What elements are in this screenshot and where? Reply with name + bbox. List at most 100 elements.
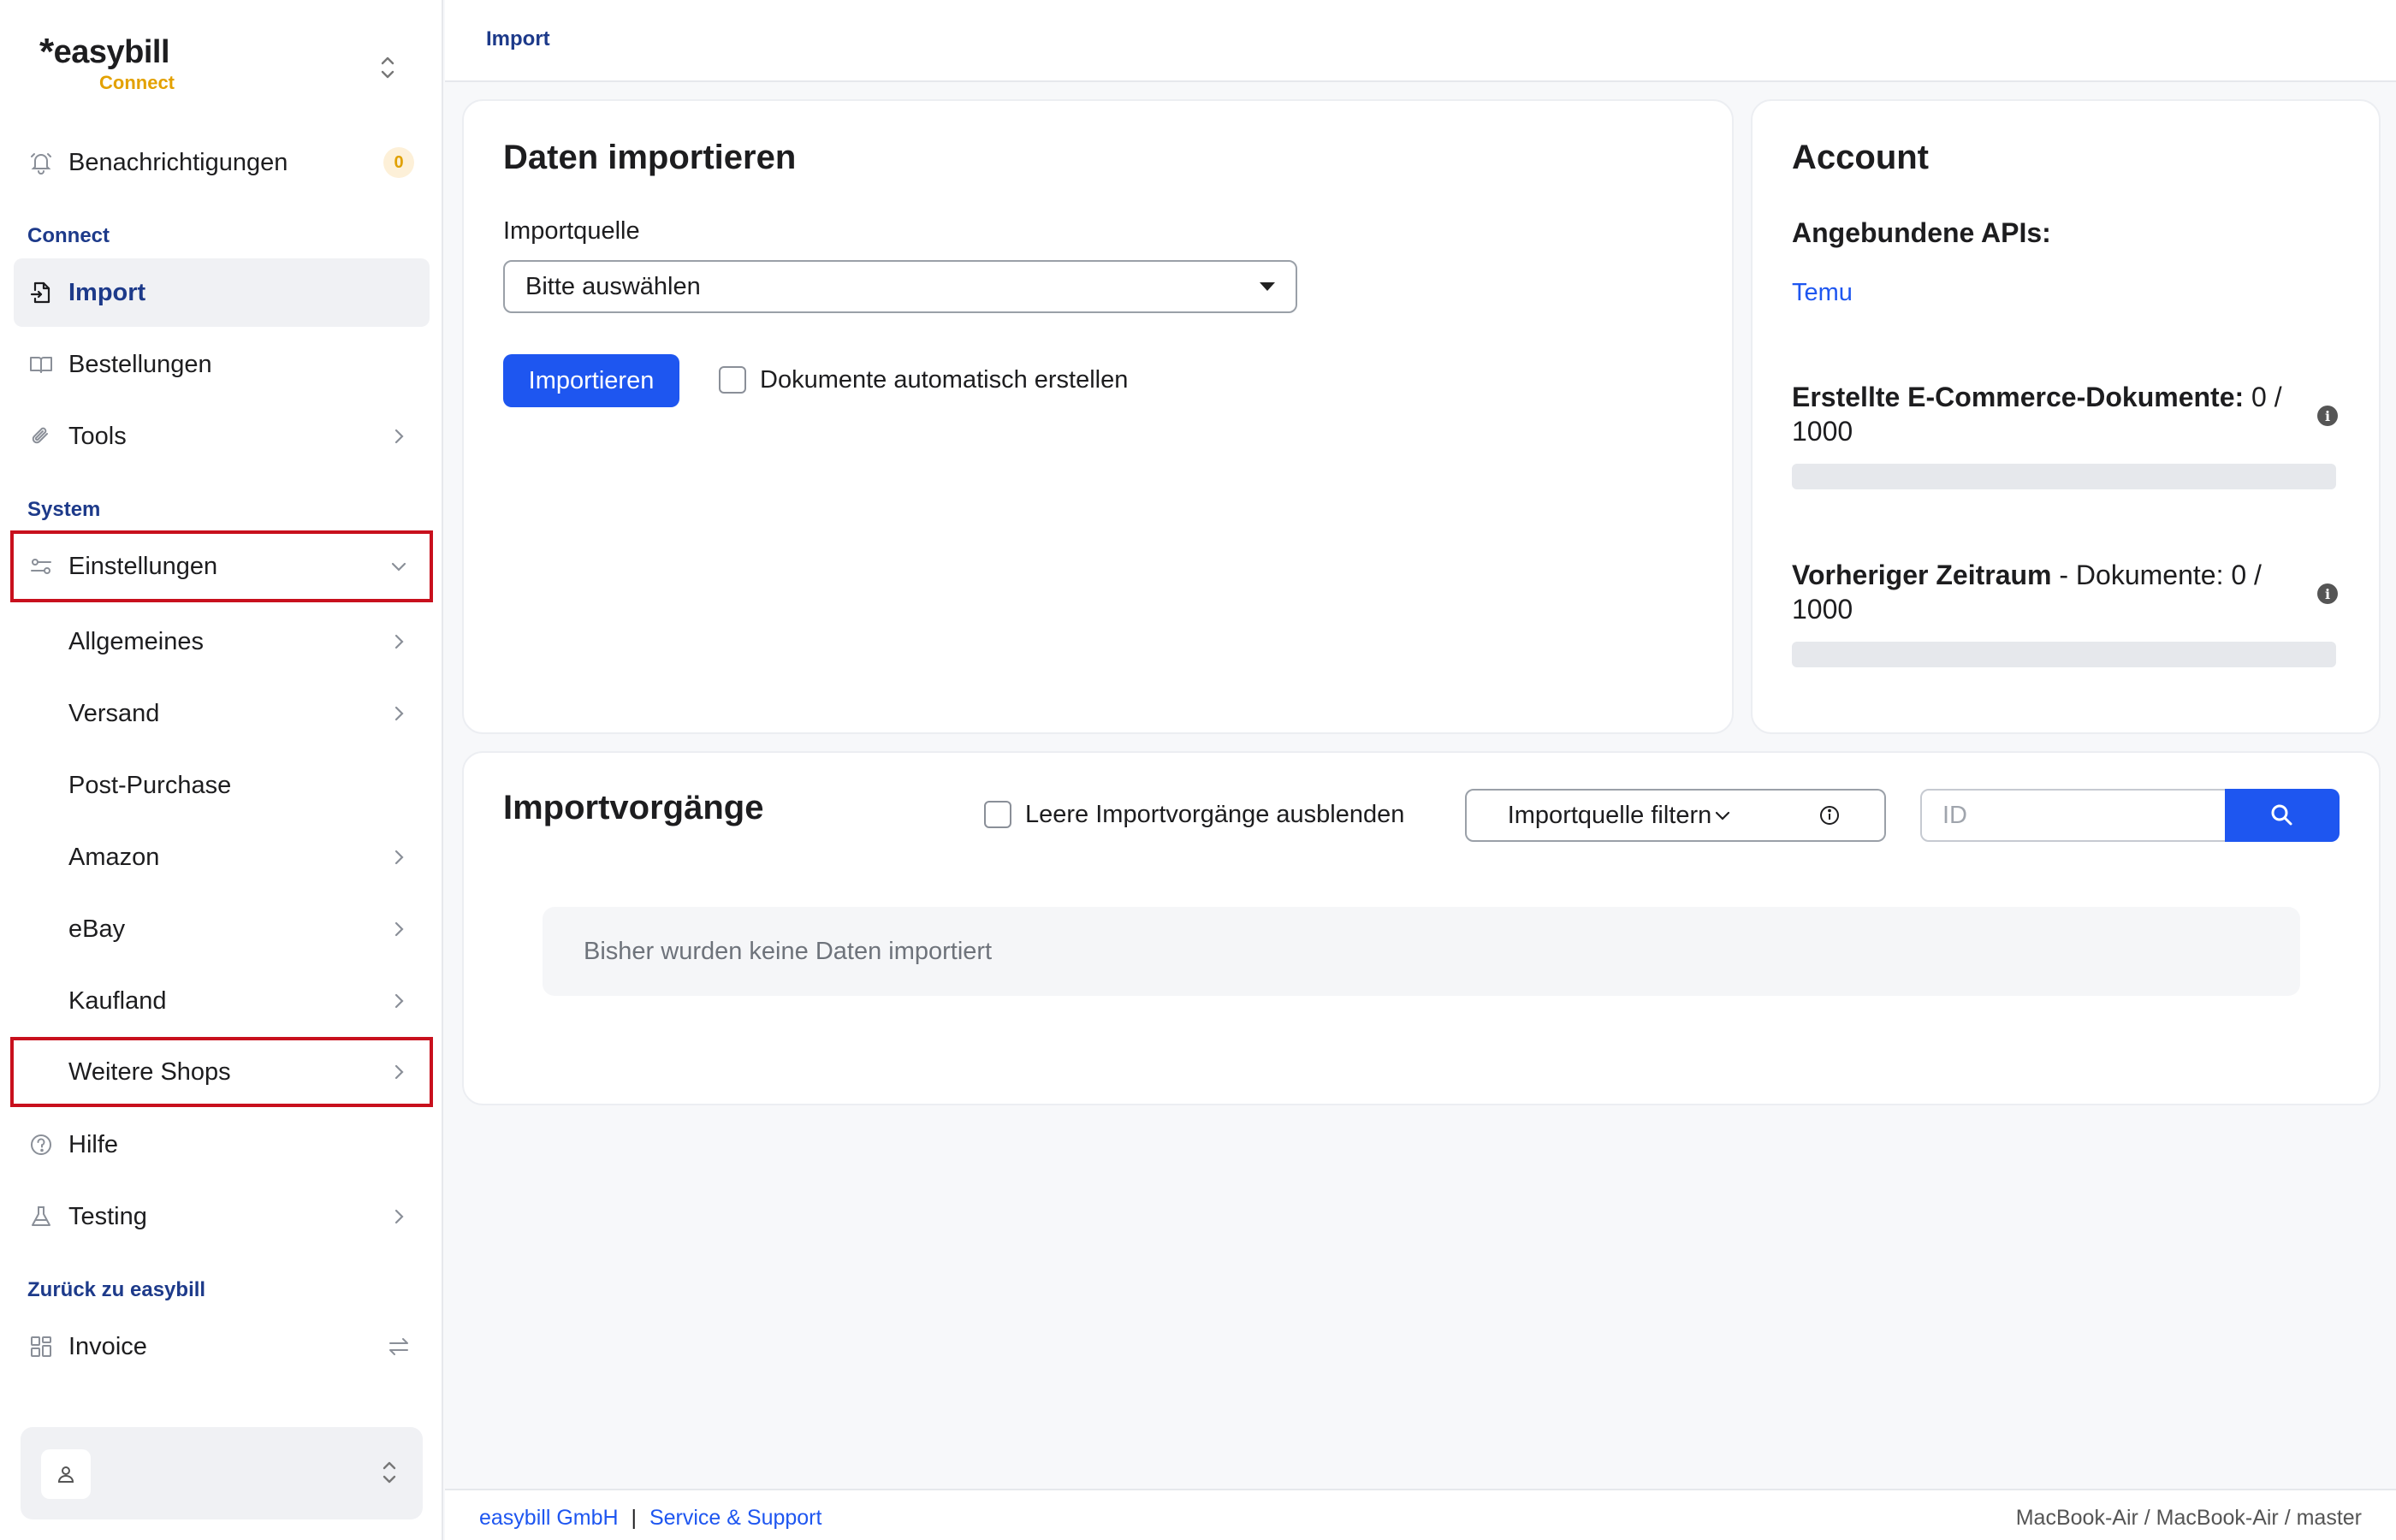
flask-icon <box>27 1203 55 1230</box>
sidebar-item-label: Import <box>68 278 146 306</box>
hide-empty-label[interactable]: Leere Importvorgänge ausblenden <box>1025 801 1404 829</box>
footer-links: easybill GmbH | Service & Support <box>479 1506 821 1531</box>
footer-separator: | <box>631 1506 638 1530</box>
import-card-title: Daten importieren <box>503 139 797 176</box>
previous-period-progress <box>1792 642 2336 667</box>
sidebar-item-label: Versand <box>68 699 160 727</box>
sidebar-item-label: Bestellungen <box>68 350 212 378</box>
search-icon <box>2271 804 2292 826</box>
id-search-input[interactable] <box>1920 789 2228 842</box>
sidebar-item-label: Allgemeines <box>68 627 204 655</box>
grid-icon <box>27 1333 55 1360</box>
import-source-value: Bitte auswählen <box>525 272 701 300</box>
import-source-label: Importquelle <box>503 217 640 245</box>
connected-apis-label: Angebundene APIs: <box>1792 217 2051 248</box>
user-menu-chevrons-icon[interactable] <box>377 1458 402 1487</box>
imports-card-title: Importvorgänge <box>503 789 764 826</box>
section-title-back: Zurück zu easybill <box>27 1278 206 1301</box>
sidebar-item-label: Amazon <box>68 843 160 871</box>
sidebar-item-label: Post-Purchase <box>68 771 232 799</box>
sidebar-item-label: Weitere Shops <box>68 1057 231 1086</box>
sidebar-item-label: Invoice <box>68 1332 147 1360</box>
chevron-right-icon <box>387 917 411 941</box>
api-link-temu[interactable]: Temu <box>1792 279 1853 307</box>
filter-info-button[interactable] <box>1775 789 1886 842</box>
asterisk-logo-icon: * <box>39 31 54 73</box>
sidebar-item-label: Einstellungen <box>68 552 218 580</box>
sidebar-item-amazon[interactable]: Amazon <box>14 823 430 891</box>
import-button[interactable]: Importieren <box>503 354 679 407</box>
sidebar-item-testing[interactable]: Testing <box>14 1182 430 1251</box>
user-menu[interactable] <box>21 1427 423 1519</box>
sidebar-item-help[interactable]: Hilfe <box>14 1111 430 1179</box>
sidebar-item-more-shops[interactable]: Weitere Shops <box>10 1037 433 1107</box>
sidebar-item-post-purchase[interactable]: Post-Purchase <box>14 751 430 820</box>
sidebar-item-settings[interactable]: Einstellungen <box>10 530 433 602</box>
brand-name: *easybill <box>39 31 170 73</box>
avatar <box>41 1449 91 1499</box>
sidebar-item-label: Tools <box>68 422 127 450</box>
footer-support-link[interactable]: Service & Support <box>649 1506 822 1530</box>
sidebar-item-orders[interactable]: Bestellungen <box>14 330 430 399</box>
auto-create-label[interactable]: Dokumente automatisch erstellen <box>760 366 1128 394</box>
auto-create-checkbox[interactable] <box>719 366 746 394</box>
account-card-title: Account <box>1792 139 1929 176</box>
account-card: Account Angebundene APIs: Temu Erstellte… <box>1751 99 2381 734</box>
ecommerce-docs-stat: Erstellte E-Commerce-Dokumente: 0 / 1000 <box>1792 380 2305 448</box>
sidebar-item-label: Benachrichtigungen <box>68 148 288 176</box>
sidebar-item-label: Kaufland <box>68 986 167 1015</box>
breadcrumb[interactable]: Import <box>486 27 550 51</box>
chevron-right-icon <box>387 1205 411 1229</box>
imports-card: Importvorgänge Leere Importvorgänge ausb… <box>462 751 2381 1105</box>
book-open-icon <box>27 351 55 378</box>
file-import-icon <box>27 279 55 306</box>
filter-source-button[interactable]: Importquelle filtern <box>1465 789 1776 842</box>
chevron-right-icon <box>387 702 411 726</box>
sidebar-item-notifications[interactable]: Benachrichtigungen 0 <box>14 128 430 197</box>
sidebar: *easybill Connect Benachrichtigungen 0 C… <box>0 0 443 1540</box>
sliders-icon <box>27 553 55 580</box>
info-circle-icon <box>1820 806 1839 825</box>
info-icon[interactable]: i <box>2317 406 2338 426</box>
brand-sub: Connect <box>99 72 175 93</box>
import-data-card: Daten importieren Importquelle Bitte aus… <box>462 99 1734 734</box>
footer-environment: MacBook-Air / MacBook-Air / master <box>2015 1506 2362 1530</box>
footer-company-link[interactable]: easybill GmbH <box>479 1506 619 1530</box>
footer: easybill GmbH | Service & Support MacBoo… <box>445 1489 2396 1540</box>
brand-text: easybill <box>53 34 170 70</box>
ecommerce-docs-progress <box>1792 464 2336 489</box>
app-switcher-chevrons-icon[interactable] <box>375 53 400 82</box>
sidebar-item-ebay[interactable]: eBay <box>14 895 430 963</box>
sidebar-item-invoice[interactable]: Invoice <box>14 1312 430 1381</box>
chevron-right-icon <box>387 630 411 654</box>
empty-state-message: Bisher wurden keine Daten importiert <box>543 907 2300 996</box>
hide-empty-checkbox[interactable] <box>984 801 1011 828</box>
bell-icon <box>27 149 55 176</box>
chevron-down-icon <box>1716 811 1730 820</box>
sidebar-item-label: Testing <box>68 1202 147 1230</box>
easybill-connect-logo[interactable]: *easybill Connect <box>39 31 175 93</box>
sidebar-item-kaufland[interactable]: Kaufland <box>14 967 430 1035</box>
sidebar-item-import[interactable]: Import <box>14 258 430 327</box>
sidebar-item-tools[interactable]: Tools <box>14 402 430 471</box>
chevron-right-icon <box>387 989 411 1013</box>
search-button[interactable] <box>2225 789 2340 842</box>
notification-count-badge: 0 <box>383 147 414 178</box>
caret-down-icon <box>1260 282 1275 291</box>
import-source-select[interactable]: Bitte auswählen <box>503 260 1297 313</box>
top-bar: Import <box>445 0 2396 82</box>
user-icon <box>57 1466 74 1483</box>
sidebar-item-shipping[interactable]: Versand <box>14 679 430 748</box>
section-title-system: System <box>27 498 101 521</box>
chevron-down-icon <box>387 554 411 578</box>
chevron-right-icon <box>387 424 411 448</box>
info-icon[interactable]: i <box>2317 583 2338 604</box>
paperclip-icon <box>27 423 55 450</box>
chevron-right-icon <box>387 1060 411 1084</box>
sidebar-item-label: Hilfe <box>68 1130 119 1158</box>
section-title-connect: Connect <box>27 224 110 247</box>
previous-period-label-rest: - Dokumente: <box>2051 560 2224 590</box>
filter-source-label: Importquelle filtern <box>1507 801 1712 829</box>
sidebar-item-general[interactable]: Allgemeines <box>14 607 430 676</box>
question-circle-icon <box>27 1131 55 1158</box>
